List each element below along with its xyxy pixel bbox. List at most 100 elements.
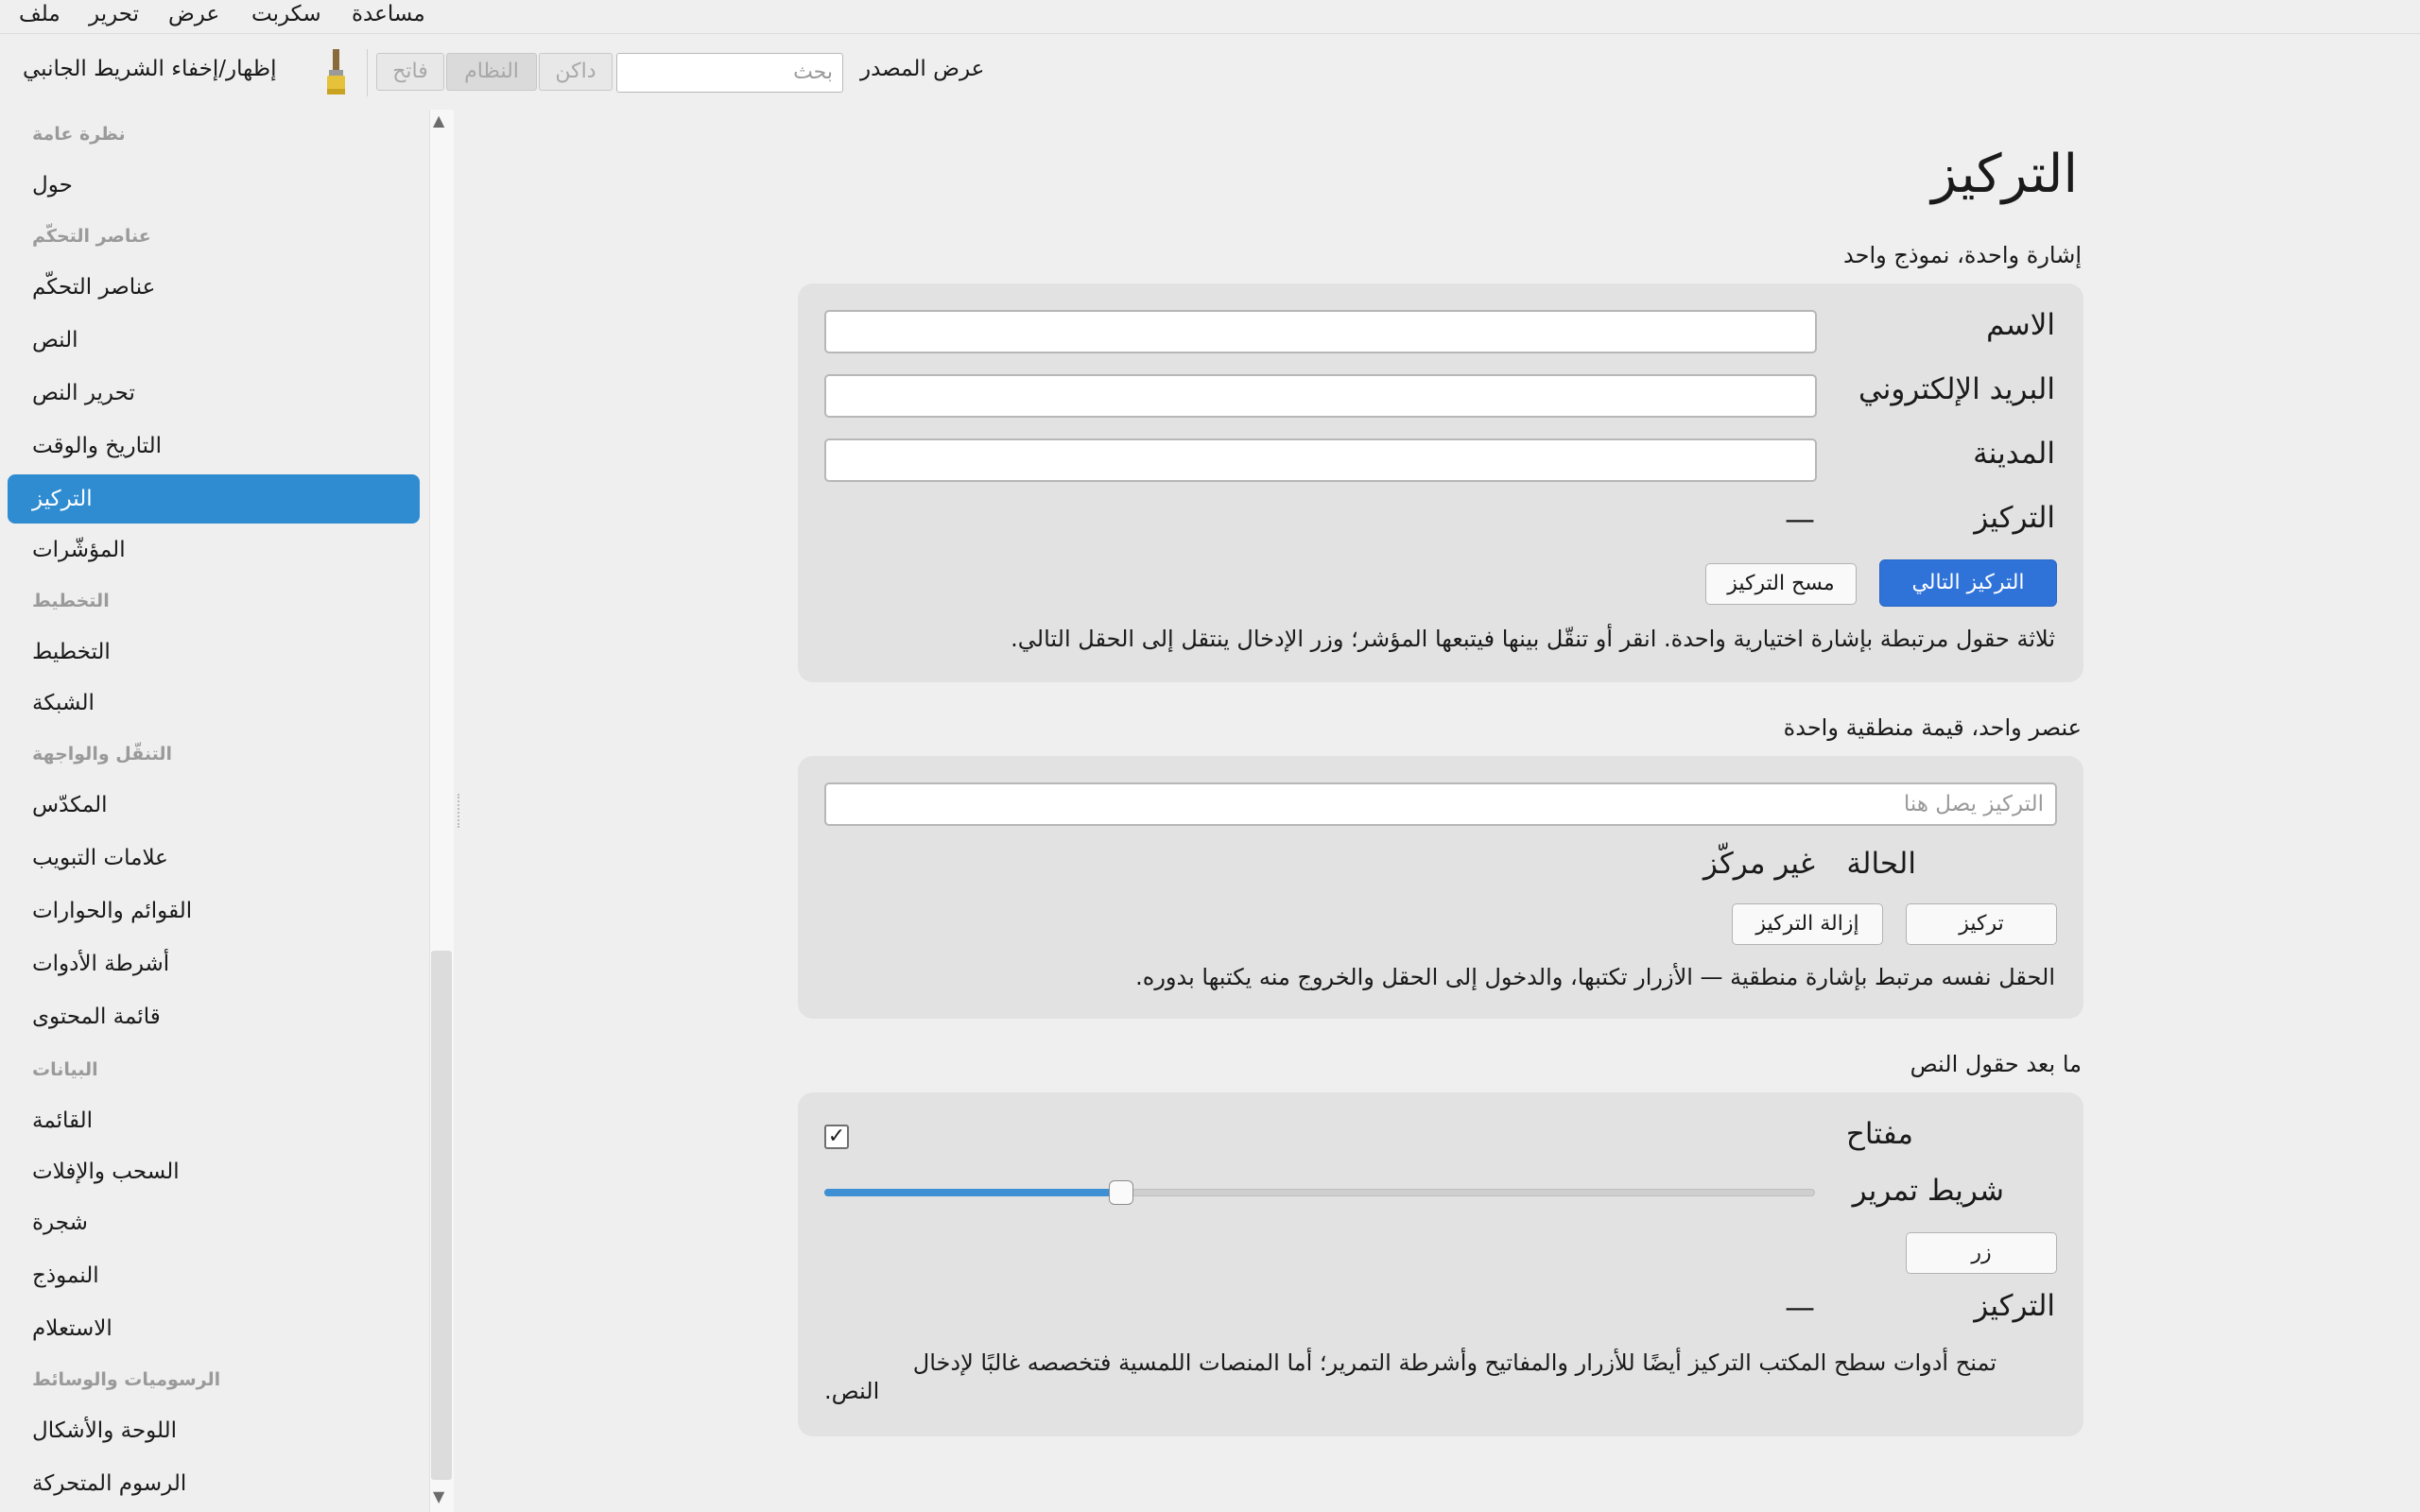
section3-description-line1: تمنح أدوات سطح المكتب التركيز أيضًا للأز…	[912, 1349, 1996, 1376]
theme-light-button[interactable]: فاتح	[376, 53, 444, 91]
scroll-up-arrow-icon[interactable]: ▲	[433, 112, 444, 129]
sidebar-section-header: التخطيط	[8, 576, 420, 626]
menu-file[interactable]: ملف	[19, 2, 60, 26]
sidebar-item[interactable]: الاستعلام	[8, 1304, 420, 1353]
unfocus-button[interactable]: إزالة التركيز	[1732, 903, 1883, 945]
sidebar-item-label: التاريخ والوقت	[32, 434, 162, 458]
section1-description: ثلاثة حقول مرتبطة بإشارة اختيارية واحدة.…	[1011, 626, 2055, 652]
sidebar-item-label: عناصر التحكّم	[32, 226, 151, 247]
slider-fill	[824, 1189, 1121, 1196]
sidebar-item[interactable]: النموذج	[8, 1251, 420, 1300]
menu-view[interactable]: عرض	[168, 2, 219, 26]
sidebar-item-label: علامات التبويب	[32, 846, 168, 870]
sidebar-item[interactable]: عناصر التحكّم	[8, 263, 420, 312]
sidebar-item[interactable]: القائمة	[8, 1096, 420, 1145]
sidebar-item-label: المكدّس	[32, 793, 108, 817]
menu-bar: ملف تحرير عرض سكربت مساعدة	[0, 0, 2420, 34]
sidebar-item[interactable]: علامات التبويب	[8, 833, 420, 883]
sidebar-item-label: النموذج	[32, 1263, 99, 1288]
sidebar-item-label: شجرة	[32, 1211, 88, 1235]
toggle-sidebar-button[interactable]: إظهار/إخفاء الشريط الجانبي	[23, 57, 276, 81]
scrollbar-thumb[interactable]	[431, 951, 452, 1480]
sidebar-item[interactable]: قائمة المحتوى	[8, 992, 420, 1041]
city-field[interactable]	[824, 438, 1817, 482]
switch-checkbox[interactable]: ✓	[824, 1125, 849, 1149]
focus-value-3: —	[1785, 1289, 1815, 1325]
sidebar-item[interactable]: حول	[8, 161, 420, 210]
switch-label: مفتاح	[1845, 1117, 1913, 1151]
clear-focus-button[interactable]: مسح التركيز	[1705, 563, 1857, 605]
sidebar-item-label: النص	[32, 328, 78, 352]
theme-system-button[interactable]: النظام	[446, 53, 537, 91]
sidebar-item-label: التركيز	[32, 487, 93, 511]
name-label: الاسم	[1986, 308, 2055, 342]
sidebar-section-header: عناصر التحكّم	[8, 212, 420, 261]
sidebar-item[interactable]: تحرير النص	[8, 369, 420, 418]
view-source-button[interactable]: عرض المصدر	[860, 57, 984, 81]
search-input[interactable]: بحث	[616, 53, 843, 93]
sidebar-item[interactable]: أشرطة الأدوات	[8, 939, 420, 988]
sidebar-item[interactable]: المؤشّرات	[8, 525, 420, 575]
section2-description: الحقل نفسه مرتبط بإشارة منطقية — الأزرار…	[1135, 964, 2055, 990]
state-value: غير مركّز	[1703, 847, 1815, 881]
sidebar-item[interactable]: التخطيط	[8, 627, 420, 677]
sidebar-item-label: المؤشّرات	[32, 538, 126, 562]
next-focus-button[interactable]: التركيز التالي	[1879, 559, 2057, 607]
sidebar-item-label: التخطيط	[32, 591, 110, 611]
focus-label: التركيز	[1974, 501, 2055, 535]
sidebar-item-label: عناصر التحكّم	[32, 275, 156, 300]
sidebar-item[interactable]: اللوحة والأشكال	[8, 1406, 420, 1455]
sidebar-item-label: اللوحة والأشكال	[32, 1418, 178, 1443]
focus-value: —	[1785, 501, 1815, 537]
sidebar-section-header: نظرة عامة	[8, 110, 420, 159]
paintbrush-icon[interactable]	[320, 47, 354, 96]
email-field[interactable]	[824, 374, 1817, 418]
sidebar-item-label: الرسوم المتحركة	[32, 1471, 187, 1496]
sidebar-item-label: أشرطة الأدوات	[32, 952, 170, 976]
menu-help[interactable]: مساعدة	[352, 2, 425, 26]
email-label: البريد الإلكتروني	[1858, 372, 2055, 406]
slider-handle[interactable]	[1109, 1180, 1133, 1205]
sidebar-item-label: التخطيط	[32, 640, 111, 664]
theme-dark-button[interactable]: داكن	[539, 53, 613, 91]
section2-title: عنصر واحد، قيمة منطقية واحدة	[1783, 714, 2082, 741]
toolbar-divider	[367, 49, 368, 96]
sidebar-item[interactable]: الرسوم المتحركة	[8, 1459, 420, 1508]
sidebar: نظرة عامة حول عناصر التحكّم عناصر التحكّم ال…	[0, 110, 429, 1512]
sidebar-item-label: القائمة	[32, 1108, 94, 1133]
city-label: المدينة	[1973, 437, 2055, 471]
focus-label-3: التركيز	[1974, 1289, 2055, 1323]
sidebar-item[interactable]: النص	[8, 316, 420, 365]
generic-button[interactable]: زر	[1906, 1232, 2057, 1274]
focus-target-input[interactable]: التركيز يصل هنا	[824, 782, 2057, 826]
page-title: التركيز	[1931, 144, 2078, 205]
state-label: الحالة	[1846, 847, 1916, 881]
menu-edit[interactable]: تحرير	[89, 2, 139, 26]
sidebar-item-label: الشبكة	[32, 691, 95, 715]
sidebar-item-label: حول	[32, 173, 73, 198]
splitter-handle[interactable]	[458, 794, 459, 828]
sidebar-item[interactable]: التاريخ والوقت	[8, 421, 420, 471]
name-field[interactable]	[824, 310, 1817, 353]
sidebar-item[interactable]: المكدّس	[8, 781, 420, 830]
sidebar-item[interactable]: التركيز	[8, 474, 420, 524]
sidebar-item-label: قائمة المحتوى	[32, 1005, 161, 1029]
slider-label: شريط تمرير	[1852, 1174, 2004, 1208]
sidebar-item-label: القوائم والحوارات	[32, 899, 193, 923]
section3-description-line2: النص.	[824, 1378, 880, 1404]
focus-button[interactable]: تركيز	[1906, 903, 2057, 945]
sidebar-item-label: نظرة عامة	[32, 124, 126, 145]
section1-title: إشارة واحدة، نموذج واحد	[1843, 242, 2082, 268]
sidebar-item-label: السحب والإفلات	[32, 1160, 180, 1184]
sidebar-section-header: البيانات	[8, 1045, 420, 1094]
sidebar-item[interactable]: الشبكة	[8, 679, 420, 728]
sidebar-item[interactable]: القوائم والحوارات	[8, 886, 420, 936]
scroll-down-arrow-icon[interactable]: ▼	[433, 1487, 444, 1505]
sidebar-section-header: التنقّل والواجهة	[8, 730, 420, 779]
sidebar-section-header: الرسوميات والوسائط	[8, 1355, 420, 1404]
sidebar-item[interactable]: السحب والإفلات	[8, 1147, 420, 1196]
sidebar-item-label: الرسوميات والوسائط	[32, 1369, 221, 1390]
sidebar-item[interactable]: شجرة	[8, 1198, 420, 1247]
menu-script[interactable]: سكربت	[251, 2, 321, 26]
section3-title: ما بعد حقول النص	[1910, 1051, 2082, 1077]
